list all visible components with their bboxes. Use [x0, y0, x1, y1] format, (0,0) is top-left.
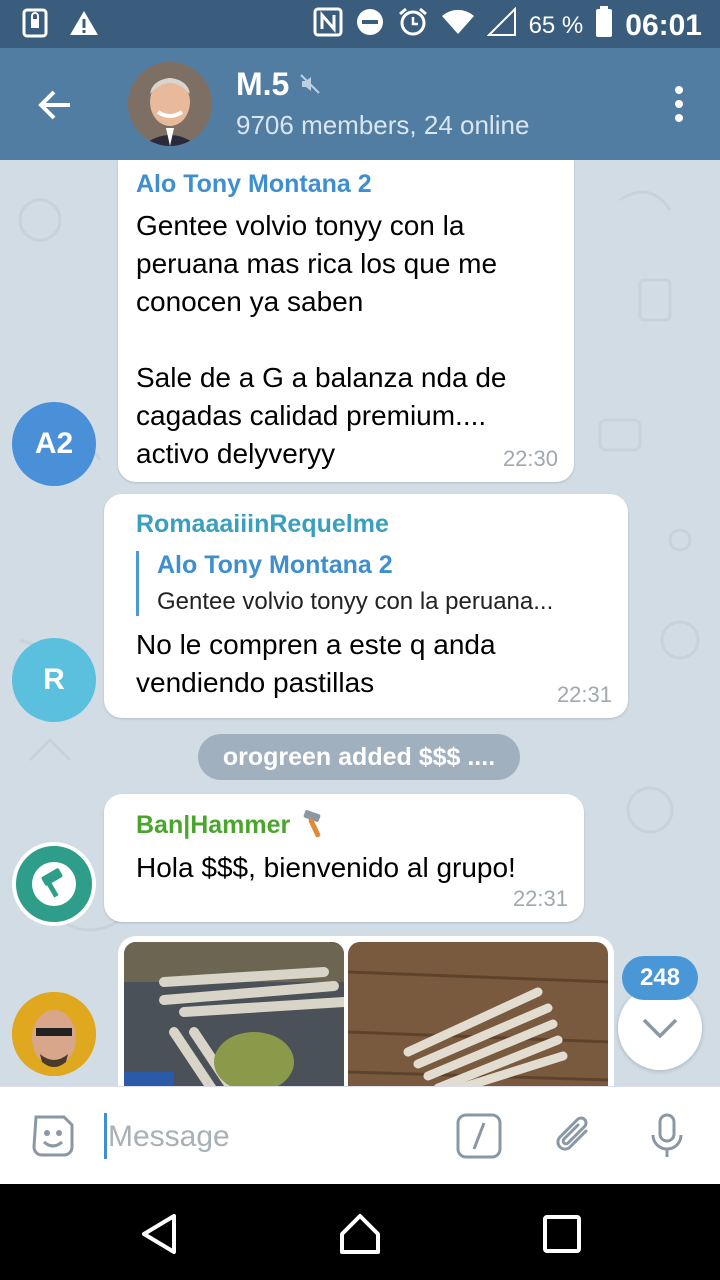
microphone-icon [651, 1113, 683, 1157]
text-cursor [104, 1113, 107, 1159]
group-title[interactable]: M.5 [236, 66, 321, 103]
sender-name[interactable]: RomaaaiiinRequelme [136, 510, 608, 539]
service-message: orogreen added $$$ .... [198, 734, 520, 780]
avatar[interactable]: R [12, 638, 96, 722]
message-text: Hola $$$, bienvenido al grupo! [136, 852, 516, 883]
message-time: 22:30 [502, 446, 558, 471]
message-input[interactable] [108, 1115, 438, 1159]
unread-count-badge[interactable]: 248 [622, 956, 698, 1000]
chat-area[interactable]: Alo Tony Montana 2 Gentee volvio tonyy c… [0, 160, 720, 1086]
sender-name[interactable]: Alo Tony Montana 2 [136, 170, 554, 199]
muted-icon [299, 66, 321, 103]
message-time: 22:31 [556, 682, 612, 707]
reply-text: Gentee volvio tonyy con la peruana... [157, 588, 554, 615]
group-name: M.5 [236, 66, 290, 102]
triangle-back-icon [142, 1214, 176, 1254]
chat-header: M.5 9706 members, 24 online [0, 48, 720, 160]
avatar[interactable]: A2 [12, 402, 96, 486]
arrow-left-icon [38, 90, 70, 120]
message-text: Gentee volvio tonyy con la peruana mas r… [136, 210, 507, 469]
attach-button[interactable] [550, 1111, 600, 1161]
rotate-lock-icon [22, 8, 48, 43]
clock: 06:01 [625, 8, 702, 42]
message-bubble[interactable]: RomaaaiiinRequelme Alo Tony Montana 2 Ge… [104, 494, 628, 718]
photo[interactable] [348, 942, 608, 1086]
banhammer-bot-logo [18, 848, 90, 920]
reply-preview[interactable]: Alo Tony Montana 2 Gentee volvio tonyy c… [136, 551, 608, 616]
hammer-icon [300, 808, 330, 843]
alarm-icon [397, 6, 429, 45]
nav-recents-button[interactable] [540, 1212, 584, 1256]
photo-album-bubble[interactable] [118, 936, 614, 1086]
sender-name[interactable]: Ban|Hammer [136, 811, 290, 840]
group-avatar[interactable] [128, 62, 212, 146]
slash-command-icon [456, 1113, 502, 1159]
home-icon [340, 1214, 380, 1254]
message-text: No le compren a este q anda vendiendo pa… [136, 629, 496, 698]
status-bar: 65 % 06:01 [0, 0, 720, 48]
message-input-bar [0, 1086, 720, 1184]
paperclip-icon [556, 1116, 588, 1151]
sticker-button[interactable] [28, 1111, 78, 1161]
more-vertical-icon [675, 86, 683, 122]
bot-avatar[interactable] [12, 842, 96, 926]
nfc-icon [313, 7, 343, 44]
battery-percent: 65 % [528, 11, 584, 39]
message-bubble[interactable]: Alo Tony Montana 2 Gentee volvio tonyy c… [118, 160, 574, 482]
user-avatar-image [12, 992, 96, 1076]
reply-sender-name: Alo Tony Montana 2 [157, 551, 393, 579]
signal-icon [486, 6, 517, 44]
message-time: 22:31 [512, 886, 568, 911]
chevron-down-icon [642, 1018, 678, 1039]
battery-icon [595, 6, 613, 45]
message-bubble[interactable]: Ban|Hammer Hola $$$, bienvenido al grupo… [104, 794, 584, 922]
do-not-disturb-icon [355, 7, 385, 44]
avatar[interactable] [12, 992, 96, 1076]
nav-back-button[interactable] [138, 1212, 182, 1256]
nav-home-button[interactable] [338, 1212, 382, 1256]
bot-commands-button[interactable] [454, 1111, 504, 1161]
system-navigation-bar [0, 1184, 720, 1280]
group-members-status: 9706 members, 24 online [236, 110, 530, 140]
more-options-button[interactable] [672, 84, 686, 124]
photo[interactable] [124, 942, 345, 1086]
back-button[interactable] [30, 80, 80, 130]
sticker-icon [32, 1115, 74, 1157]
warning-icon [68, 9, 100, 42]
voice-record-button[interactable] [642, 1111, 692, 1161]
square-recents-icon [543, 1215, 581, 1253]
wifi-icon [441, 8, 475, 43]
